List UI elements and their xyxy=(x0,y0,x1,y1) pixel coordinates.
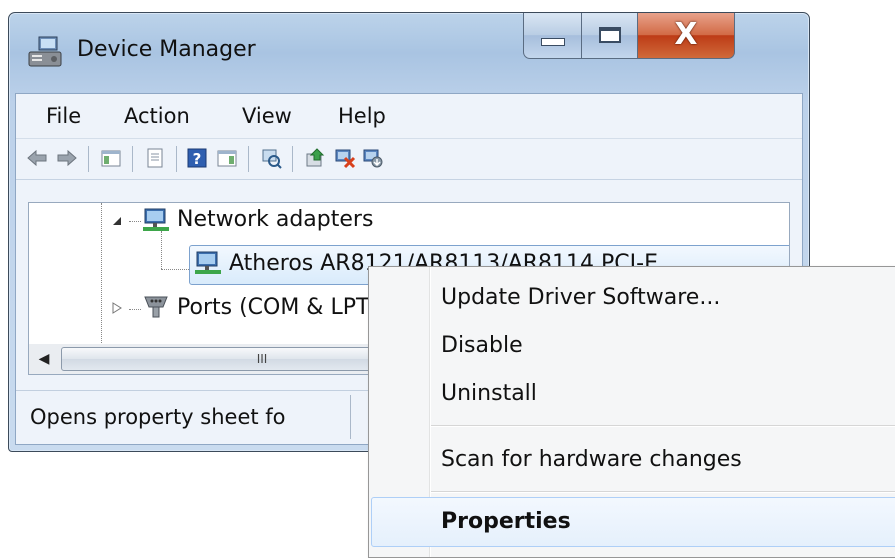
toolbar-separator xyxy=(132,146,133,172)
menu-item-scan-hardware[interactable]: Scan for hardware changes xyxy=(441,447,742,472)
collapsed-triangle-icon[interactable] xyxy=(111,301,123,315)
forward-icon[interactable] xyxy=(56,147,78,169)
toolbar-separator xyxy=(292,146,293,172)
minimize-button[interactable] xyxy=(523,13,583,59)
network-adapter-icon xyxy=(195,251,221,274)
enable-device-icon[interactable] xyxy=(362,147,384,169)
context-menu: Update Driver Software... Disable Uninst… xyxy=(368,266,895,558)
menu-view[interactable]: View xyxy=(242,104,292,128)
tree-guide-line xyxy=(161,231,162,269)
window-title: Device Manager xyxy=(77,37,256,62)
tree-guide-line xyxy=(129,309,141,310)
close-button[interactable]: X xyxy=(637,13,735,59)
toolbar-separator xyxy=(248,146,249,172)
maximize-icon xyxy=(599,27,621,43)
expanded-triangle-icon[interactable] xyxy=(111,215,123,227)
minimize-icon xyxy=(541,38,565,46)
tree-item-network-adapters[interactable]: Network adapters xyxy=(177,207,373,232)
status-separator xyxy=(350,395,351,439)
properties-icon[interactable] xyxy=(144,147,166,169)
menu-bar: File Action View Help xyxy=(16,94,802,139)
menu-separator xyxy=(431,491,895,493)
network-adapter-icon xyxy=(143,208,169,231)
port-icon xyxy=(144,296,168,318)
update-driver-icon[interactable] xyxy=(304,147,326,169)
close-icon: X xyxy=(674,16,698,52)
scroll-left-arrow-icon: ◀ xyxy=(38,351,50,367)
maximize-button[interactable] xyxy=(581,13,639,59)
back-icon[interactable] xyxy=(26,147,48,169)
menu-item-update-driver[interactable]: Update Driver Software... xyxy=(441,285,720,310)
menu-file[interactable]: File xyxy=(46,104,81,128)
menu-item-uninstall[interactable]: Uninstall xyxy=(441,381,537,406)
menu-item-properties[interactable]: Properties xyxy=(441,509,571,534)
title-bar[interactable]: Device Manager X xyxy=(9,13,809,85)
scroll-thumb-grip: III xyxy=(256,352,268,366)
toolbar-separator xyxy=(88,146,89,172)
toolbar-separator xyxy=(176,146,177,172)
help-icon[interactable]: ? xyxy=(186,147,208,169)
menu-help[interactable]: Help xyxy=(338,104,386,128)
menu-item-disable[interactable]: Disable xyxy=(441,333,523,358)
action-pane-icon[interactable] xyxy=(216,147,238,169)
tree-guide-line xyxy=(101,203,102,345)
show-hide-console-tree-icon[interactable] xyxy=(100,147,122,169)
device-manager-icon xyxy=(28,36,62,67)
scan-hardware-icon[interactable] xyxy=(260,147,282,169)
menu-separator xyxy=(431,425,895,427)
tree-guide-line xyxy=(161,269,191,270)
svg-text:?: ? xyxy=(193,150,202,168)
status-text: Opens property sheet fo xyxy=(30,405,286,429)
scroll-left-button[interactable]: ◀ xyxy=(29,344,59,374)
toolbar: ? xyxy=(16,139,802,180)
menu-action[interactable]: Action xyxy=(124,104,190,128)
tree-item-ports[interactable]: Ports (COM & LPT) xyxy=(177,295,378,320)
uninstall-icon[interactable] xyxy=(334,147,356,169)
tree-guide-line xyxy=(129,221,141,222)
